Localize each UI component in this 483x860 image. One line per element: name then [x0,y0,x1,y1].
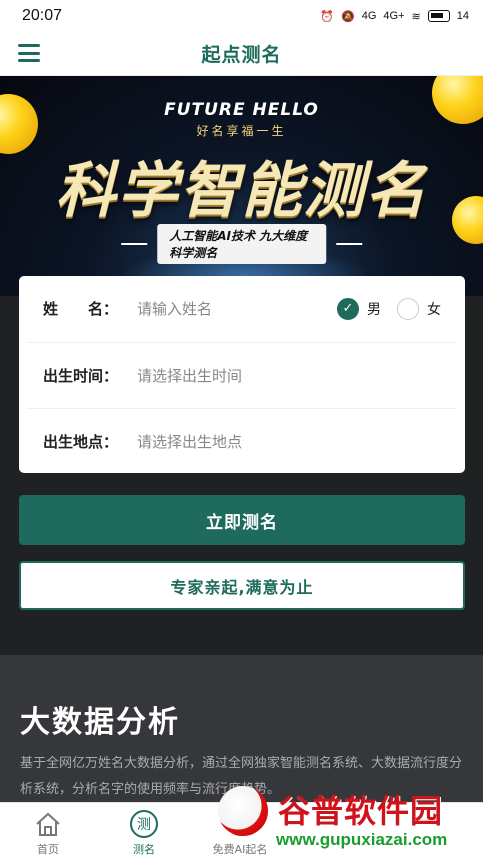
name-label: 姓 名： [43,300,119,318]
hero-tagline: 人工智能AI技术 九大维度科学测名 [120,224,363,264]
hero-en-title: FUTURE HELLO [164,100,319,120]
test-name-button[interactable]: 立即测名 [19,495,465,545]
alarm-icon: ⏰ [320,10,335,23]
battery-level: 14 [456,10,469,22]
tagline-divider-left [120,243,148,245]
female-label: 女 [427,301,441,318]
birth-time-picker[interactable]: 请选择出生时间 [137,365,242,386]
name-row: 姓 名： 请输入姓名 ✓ 男 女 [27,276,457,341]
tagline-divider-right [335,243,363,245]
status-bar: 20:07 ⏰ 🔕 4G 4G+ ≋ 14 [0,0,483,32]
page-title: 起点测名 [201,44,282,66]
network-b-label: 4G+ [383,10,405,22]
network-a-label: 4G [361,10,377,22]
birth-place-label: 出生地点： [43,432,119,451]
menu-icon[interactable] [18,44,40,62]
home-icon [33,809,63,839]
birth-time-row[interactable]: 出生时间： 请选择出生时间 [27,342,457,407]
male-radio[interactable]: ✓ [337,297,359,320]
birth-time-label: 出生时间： [43,366,119,385]
tagline-text: 人工智能AI技术 九大维度科学测名 [157,224,326,264]
watermark: 谷普软件园 www.gupuxiazai.com [218,778,483,860]
hero-main-title: 科学智能测名 [55,156,428,226]
wifi-icon: ≋ [411,10,421,23]
hero-banner: FUTURE HELLO 好名享福一生 科学智能测名 人工智能AI技术 九大维度… [0,76,483,296]
name-input[interactable]: 请输入姓名 [137,298,212,319]
expert-naming-button[interactable]: 专家亲起,满意为止 [19,561,465,610]
watermark-logo [218,786,268,836]
male-label: 男 [367,301,381,318]
name-test-form: 姓 名： 请输入姓名 ✓ 男 女 出生时间： 请选择出生时间 出生地点： 请选择… [19,276,465,473]
watermark-url: www.gupuxiazai.com [276,830,448,849]
battery-icon [427,10,450,22]
birth-place-row[interactable]: 出生地点： 请选择出生地点 [27,408,457,473]
app-header: 起点测名 [0,32,483,76]
tab-home-label: 首页 [37,843,59,856]
birth-place-picker[interactable]: 请选择出生地点 [137,431,242,452]
tab-measure-name[interactable]: 测 测名 [96,803,192,860]
section-heading: 大数据分析 [20,705,180,740]
female-radio[interactable] [397,297,419,320]
tab-home[interactable]: 首页 [0,803,96,860]
status-time: 20:07 [22,7,63,24]
measure-name-icon: 测 [130,810,158,838]
status-icons: ⏰ 🔕 4G 4G+ ≋ 14 [320,10,469,23]
hero-cn-subtitle: 好名享福一生 [196,124,287,138]
mute-icon: 🔕 [341,10,355,23]
gender-selector: ✓ 男 女 [337,297,457,320]
tab-measure-name-label: 测名 [133,843,155,856]
watermark-name: 谷普软件园 [278,792,444,830]
